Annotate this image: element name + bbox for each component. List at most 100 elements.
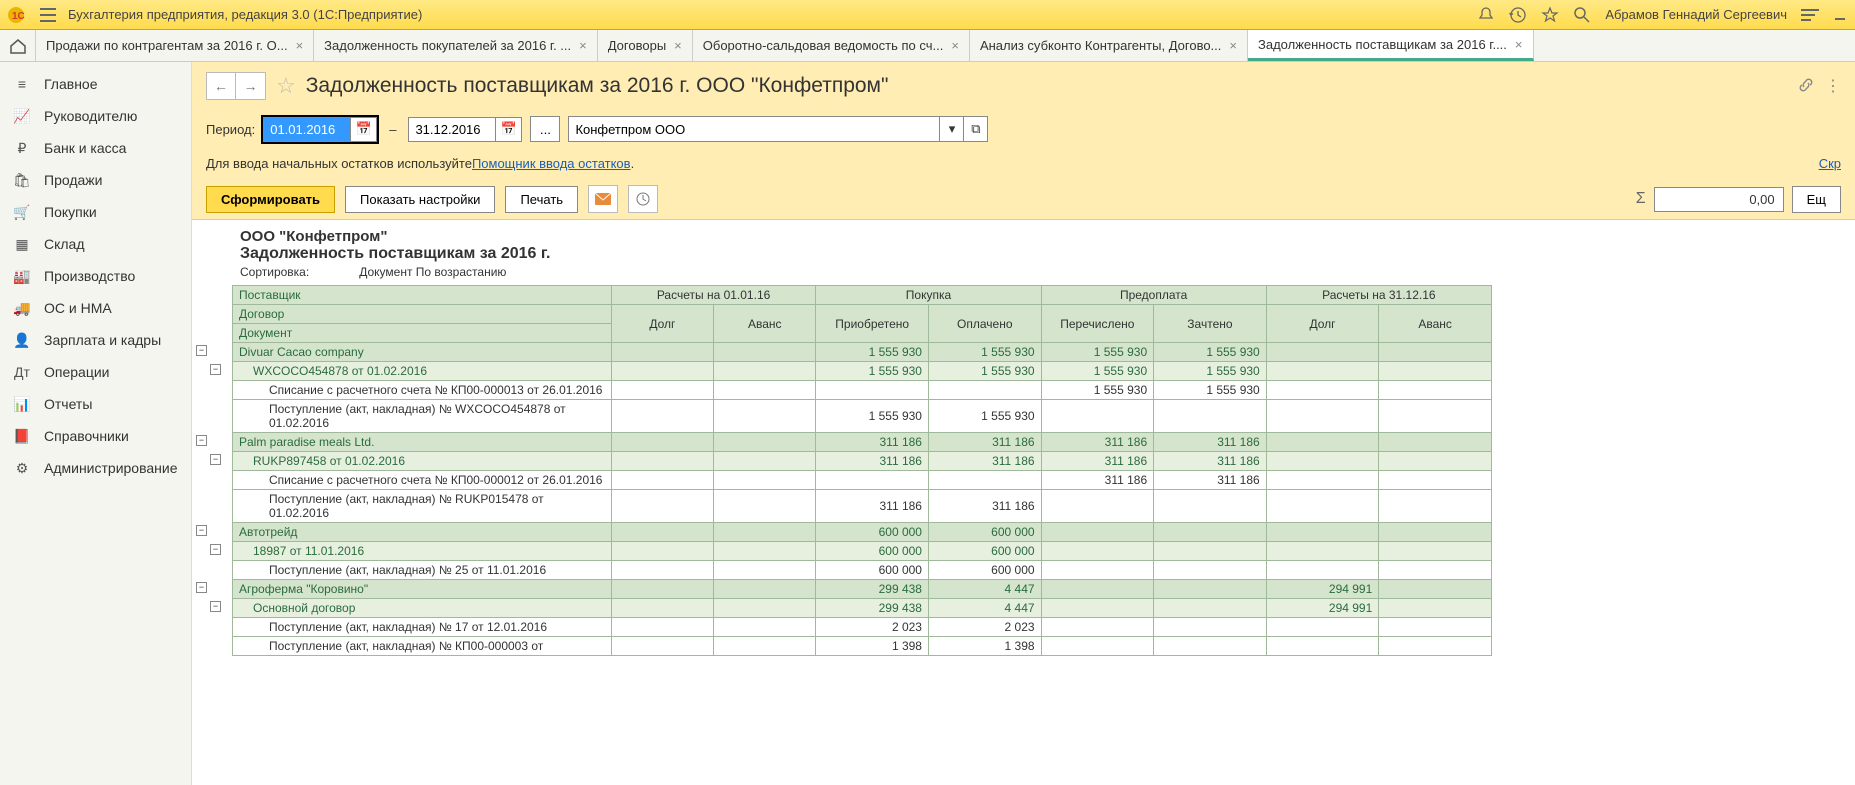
show-settings-button[interactable]: Показать настройки [345, 186, 495, 213]
tree-toggle[interactable]: − [196, 582, 207, 593]
dropdown-icon[interactable]: ▾ [939, 117, 963, 141]
sidebar-item[interactable]: ▦ Склад [0, 228, 191, 260]
settings-lines-icon[interactable] [1801, 8, 1819, 22]
calendar-icon[interactable]: 📅 [350, 118, 376, 141]
sidebar-item-label: Склад [44, 236, 85, 252]
table-row[interactable]: 18987 от 11.01.2016600 000600 000 [233, 542, 1492, 561]
close-icon[interactable]: × [579, 38, 587, 53]
sidebar-item[interactable]: 🛒Покупки [0, 196, 191, 228]
dtkt-icon: Дт [12, 363, 32, 381]
tree-toggle[interactable]: − [196, 435, 207, 446]
table-row[interactable]: Поступление (акт, накладная) № 25 от 11.… [233, 561, 1492, 580]
close-icon[interactable]: × [296, 38, 304, 53]
table-row[interactable]: Списание с расчетного счета № КП00-00001… [233, 471, 1492, 490]
sidebar-item[interactable]: ДтОперации [0, 356, 191, 388]
close-icon[interactable]: × [1229, 38, 1237, 53]
tab-label: Оборотно-сальдовая ведомость по сч... [703, 38, 944, 53]
nav-back-button[interactable]: ← [206, 72, 236, 100]
tab[interactable]: Задолженность покупателей за 2016 г. ...… [314, 30, 598, 61]
report-title: Задолженность поставщикам за 2016 г. [240, 245, 1847, 263]
th-calc-start: Расчеты на 01.01.16 [611, 286, 816, 305]
boxes-icon: ▦ [12, 235, 32, 253]
sidebar-item[interactable]: 🚚ОС и НМА [0, 292, 191, 324]
close-icon[interactable]: × [951, 38, 959, 53]
print-button[interactable]: Печать [505, 186, 578, 213]
table-row[interactable]: Divuar Cacao company1 555 9301 555 9301 … [233, 343, 1492, 362]
expand-icon[interactable]: ⧉ [963, 117, 987, 141]
sidebar-item[interactable]: ⚙Администрирование [0, 452, 191, 484]
sidebar-item[interactable]: 🏭Производство [0, 260, 191, 292]
table-row[interactable]: Поступление (акт, накладная) № КП00-0000… [233, 637, 1492, 656]
th-transferred: Перечислено [1041, 305, 1154, 343]
more-menu-icon[interactable]: ⋮ [1825, 76, 1841, 96]
hamburger-icon[interactable] [40, 8, 56, 22]
run-button[interactable]: Сформировать [206, 186, 335, 213]
ruble-icon: ₽ [12, 139, 32, 157]
tab[interactable]: Задолженность поставщикам за 2016 г....× [1248, 30, 1534, 61]
table-row[interactable]: Списание с расчетного счета № КП00-00001… [233, 381, 1492, 400]
tab[interactable]: Договоры × [598, 30, 693, 61]
email-button[interactable] [588, 185, 618, 213]
tree-toggle[interactable]: − [210, 544, 221, 555]
chart-icon: 📈 [12, 107, 32, 125]
close-icon[interactable]: × [674, 38, 682, 53]
tree-toggle[interactable]: − [210, 454, 221, 465]
close-icon[interactable]: × [1515, 37, 1523, 52]
org-input[interactable] [569, 117, 939, 141]
tab[interactable]: Продажи по контрагентам за 2016 г. О...× [36, 30, 314, 61]
table-row[interactable]: Агроферма "Коровино"299 4384 447294 991 [233, 580, 1492, 599]
minimize-icon[interactable] [1833, 8, 1847, 22]
svg-text:1С: 1С [12, 11, 25, 22]
link-icon[interactable] [1797, 76, 1815, 96]
sidebar-item[interactable]: 📊Отчеты [0, 388, 191, 420]
period-from-field[interactable] [264, 118, 350, 141]
period-from-input[interactable]: 📅 [263, 117, 377, 142]
org-select[interactable]: ▾ ⧉ [568, 116, 988, 142]
table-row[interactable]: Поступление (акт, накладная) № RUKP01547… [233, 490, 1492, 523]
nav-forward-button[interactable]: → [236, 72, 266, 100]
sidebar-item[interactable]: ₽Банк и касса [0, 132, 191, 164]
favorite-star-icon[interactable]: ☆ [276, 73, 296, 99]
menu-icon: ≡ [12, 75, 32, 93]
sidebar-item[interactable]: ≡Главное [0, 68, 191, 100]
tree-toggle[interactable]: − [196, 345, 207, 356]
table-row[interactable]: Основной договор299 4384 447294 991 [233, 599, 1492, 618]
bell-icon[interactable] [1477, 6, 1495, 24]
sidebar-item[interactable]: 📕Справочники [0, 420, 191, 452]
table-row[interactable]: WXCOCO454878 от 01.02.20161 555 9301 555… [233, 362, 1492, 381]
helper-text: Для ввода начальных остатков используйте [206, 156, 472, 171]
helper-link[interactable]: Помощник ввода остатков [472, 156, 631, 171]
more-button[interactable]: Ещ [1792, 186, 1841, 213]
period-to-field[interactable] [409, 118, 495, 141]
tab[interactable]: Анализ субконто Контрагенты, Догово...× [970, 30, 1248, 61]
th-credited: Зачтено [1154, 305, 1267, 343]
star-icon[interactable] [1541, 6, 1559, 24]
table-row[interactable]: RUKP897458 от 01.02.2016311 186311 18631… [233, 452, 1492, 471]
history-icon[interactable] [1509, 6, 1527, 24]
tab-label: Договоры [608, 38, 666, 53]
user-name[interactable]: Абрамов Геннадий Сергеевич [1605, 7, 1787, 22]
sidebar-item-label: Покупки [44, 204, 97, 220]
hide-helper-link[interactable]: Скр [1819, 156, 1841, 171]
table-row[interactable]: Palm paradise meals Ltd.311 186311 18631… [233, 433, 1492, 452]
sidebar-item[interactable]: 📈Руководителю [0, 100, 191, 132]
clock-button[interactable] [628, 185, 658, 213]
table-row[interactable]: Поступление (акт, накладная) № 17 от 12.… [233, 618, 1492, 637]
tree-toggle[interactable]: − [210, 364, 221, 375]
tree-toggle[interactable]: − [210, 601, 221, 612]
period-picker-button[interactable]: ... [530, 116, 560, 142]
search-icon[interactable] [1573, 6, 1591, 24]
sidebar-item[interactable]: 👤Зарплата и кадры [0, 324, 191, 356]
tab[interactable]: Оборотно-сальдовая ведомость по сч... × [693, 30, 970, 61]
period-to-input[interactable]: 📅 [408, 117, 522, 142]
sidebar-item[interactable]: 🛍Продажи [0, 164, 191, 196]
table-row[interactable]: Автотрейд600 000600 000 [233, 523, 1492, 542]
calendar-icon[interactable]: 📅 [495, 118, 521, 141]
table-row[interactable]: Поступление (акт, накладная) № WXCOCO454… [233, 400, 1492, 433]
tree-toggle[interactable]: − [196, 525, 207, 536]
home-tab[interactable] [0, 30, 36, 61]
th-advance: Аванс [714, 305, 816, 343]
sidebar: ≡Главное📈Руководителю₽Банк и касса🛍Прода… [0, 62, 192, 785]
truck-icon: 🚚 [12, 299, 32, 317]
th-debt-end: Долг [1266, 305, 1379, 343]
